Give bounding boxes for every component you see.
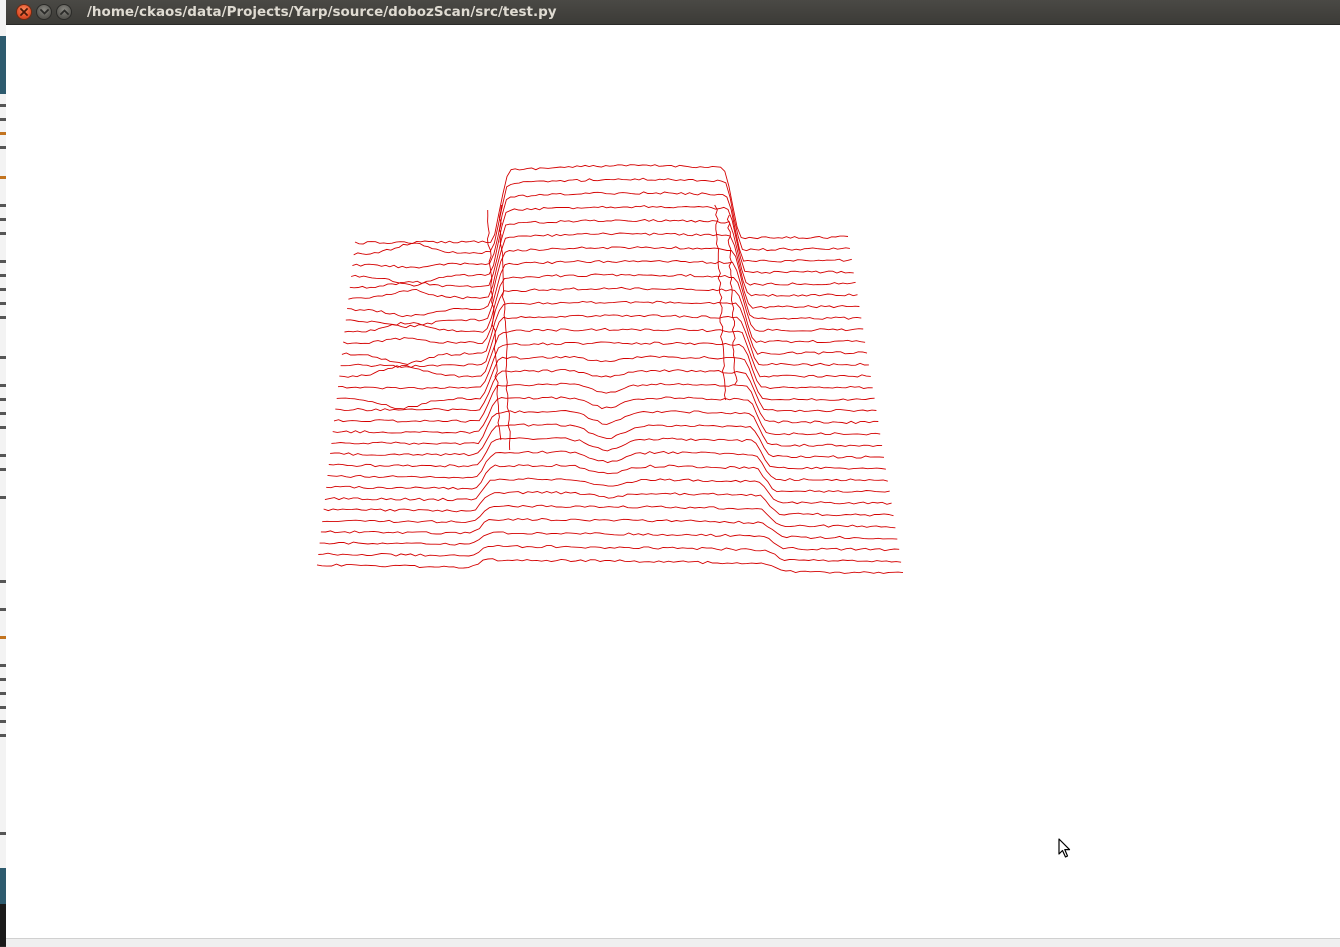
close-button[interactable] [16, 4, 32, 20]
scan-line [347, 246, 860, 318]
scan-line [341, 300, 868, 365]
scan-line [354, 164, 849, 245]
titlebar[interactable]: /home/ckaos/data/Projects/Yarp/source/do… [6, 0, 1340, 25]
scan-line [328, 437, 886, 470]
minimize-button[interactable] [36, 4, 52, 20]
scan-line [333, 382, 879, 424]
scan-line [330, 423, 885, 459]
scan-line [336, 355, 875, 410]
scan-line [345, 260, 862, 329]
scan-line [332, 396, 881, 436]
scan-line [323, 491, 894, 517]
close-icon [20, 8, 28, 16]
scan-line [322, 504, 896, 529]
scan-line [349, 219, 856, 289]
mouse-cursor-icon [1058, 838, 1071, 858]
scan-line [339, 327, 871, 378]
scan-line [320, 518, 898, 540]
chevron-down-icon [39, 9, 49, 15]
window-title: /home/ckaos/data/Projects/Yarp/source/do… [87, 4, 557, 20]
app-window: /home/ckaos/data/Projects/Yarp/source/do… [6, 0, 1340, 947]
chevron-up-icon [59, 9, 69, 15]
maximize-button[interactable] [56, 4, 72, 20]
scan-line [316, 558, 904, 574]
render-canvas[interactable] [6, 25, 1340, 938]
scan-line [353, 177, 850, 256]
scan-line [350, 205, 854, 287]
scan-line [331, 410, 883, 447]
scan-line [318, 544, 902, 563]
scan-line [340, 314, 869, 368]
scan-line [326, 464, 890, 493]
scan-line [352, 191, 852, 269]
scan-line [348, 232, 858, 300]
scan-wireframe [316, 164, 904, 574]
